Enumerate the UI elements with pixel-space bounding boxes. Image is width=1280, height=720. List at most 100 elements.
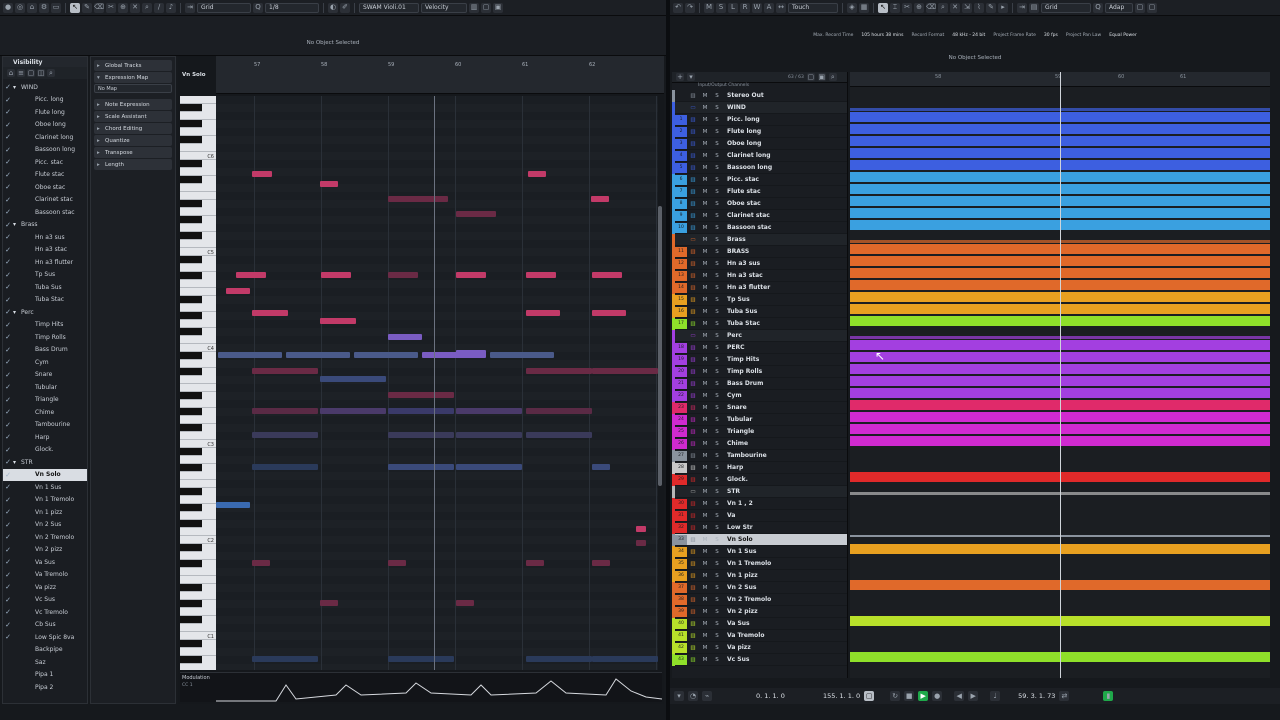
- grid-type-icon[interactable]: ▤: [1029, 2, 1039, 13]
- mute-button[interactable]: M: [699, 381, 711, 387]
- mute-button[interactable]: M: [699, 141, 711, 147]
- inspector-section[interactable]: ▸ Scale Assistant: [94, 111, 172, 122]
- midi-note[interactable]: [422, 352, 486, 358]
- solo-button[interactable]: S: [711, 393, 723, 399]
- solo-button[interactable]: S: [711, 285, 723, 291]
- meter-icon[interactable]: ▮: [1103, 691, 1114, 701]
- grid-type-select[interactable]: Grid: [1041, 2, 1091, 13]
- piano-key[interactable]: [180, 232, 202, 240]
- visibility-check-icon[interactable]: ✓: [3, 233, 13, 241]
- solo-button[interactable]: S: [711, 93, 723, 99]
- piano-key[interactable]: [180, 328, 202, 336]
- piano-key[interactable]: [180, 624, 216, 632]
- track-name[interactable]: BRASS: [723, 248, 749, 255]
- piano-key[interactable]: [180, 400, 216, 408]
- visibility-check-icon[interactable]: ✓: [3, 196, 13, 204]
- mute-button[interactable]: M: [699, 153, 711, 159]
- visibility-item[interactable]: ✓ Clarinet stac: [3, 194, 87, 207]
- track-name[interactable]: WIND: [723, 104, 746, 111]
- visibility-check-icon[interactable]: ✓: [3, 458, 13, 466]
- mute-button[interactable]: M: [699, 309, 711, 315]
- visibility-check-icon[interactable]: ✓: [3, 133, 13, 141]
- mute-button[interactable]: M: [699, 321, 711, 327]
- erase-tool-icon[interactable]: ⌫: [926, 2, 936, 13]
- visibility-check-icon[interactable]: ✓: [3, 358, 13, 366]
- mute-button[interactable]: M: [699, 213, 711, 219]
- modulation-curve[interactable]: [216, 673, 662, 703]
- midi-note[interactable]: [388, 334, 422, 340]
- mute-button[interactable]: M: [699, 549, 711, 555]
- solo-button[interactable]: S: [711, 201, 723, 207]
- piano-key[interactable]: [180, 368, 202, 376]
- track-name[interactable]: Clarinet stac: [723, 212, 770, 219]
- solo-button[interactable]: S: [711, 417, 723, 423]
- track-row[interactable]: 4 ▥ M S Clarinet long: [672, 149, 847, 162]
- visibility-item[interactable]: ✓ Tp Sus: [3, 269, 87, 282]
- visibility-item[interactable]: ✓ Bassoon stac: [3, 206, 87, 219]
- record-button[interactable]: ●: [932, 691, 943, 701]
- redo-icon[interactable]: ↷: [685, 2, 695, 13]
- track-name[interactable]: Stereo Out: [723, 92, 764, 99]
- track-name[interactable]: Glock.: [723, 476, 748, 483]
- color-icon[interactable]: ◐: [328, 2, 338, 13]
- midi-note[interactable]: [388, 196, 448, 202]
- midi-note[interactable]: [236, 272, 266, 278]
- solo-button[interactable]: S: [711, 465, 723, 471]
- solo-button[interactable]: S: [711, 237, 723, 243]
- audition-icon[interactable]: ♪: [166, 2, 176, 13]
- visibility-item[interactable]: ✓ Vn 1 Sus: [3, 481, 87, 494]
- undo-icon[interactable]: ↶: [673, 2, 683, 13]
- solo-button[interactable]: S: [711, 369, 723, 375]
- track-name[interactable]: Brass: [723, 236, 746, 243]
- solo-button[interactable]: S: [711, 477, 723, 483]
- playhead[interactable]: [434, 96, 435, 670]
- vis-search-icon[interactable]: ⌕: [47, 69, 55, 77]
- track-row[interactable]: 10 ▥ M S Bassoon stac: [672, 221, 847, 234]
- midi-note[interactable]: [636, 540, 646, 546]
- visibility-item[interactable]: ✓ Tuba Stac: [3, 294, 87, 307]
- mute-button[interactable]: M: [699, 501, 711, 507]
- inspector-section[interactable]: ▸ Note Expression: [94, 99, 172, 110]
- view-left-icon[interactable]: ▢: [1135, 2, 1145, 13]
- piano-key[interactable]: [180, 616, 202, 624]
- mute-button[interactable]: M: [699, 105, 711, 111]
- piano-key[interactable]: [180, 312, 202, 320]
- piano-key[interactable]: [180, 304, 216, 312]
- visibility-check-icon[interactable]: ✓: [3, 521, 13, 529]
- visibility-item[interactable]: ✓ ▾ Brass: [3, 219, 87, 232]
- glue-tool-icon[interactable]: ⊕: [914, 2, 924, 13]
- track-name[interactable]: Cym: [723, 392, 742, 399]
- visibility-tab[interactable]: Visibility: [3, 57, 87, 67]
- visibility-check-icon[interactable]: ✓: [3, 483, 13, 491]
- track-row[interactable]: ▭ M S Perc: [672, 329, 847, 342]
- track-name[interactable]: Chime: [723, 440, 748, 447]
- solo-button[interactable]: S: [711, 153, 723, 159]
- piano-key[interactable]: [180, 96, 216, 104]
- midi-note[interactable]: [528, 171, 546, 177]
- solo-button[interactable]: S: [711, 429, 723, 435]
- visibility-item[interactable]: ✓ ▾ Perc: [3, 306, 87, 319]
- mute-button[interactable]: M: [699, 609, 711, 615]
- track-row[interactable]: 38 ▥ M S Vn 2 Tremolo: [672, 593, 847, 606]
- quantize-select[interactable]: 1/8: [265, 2, 319, 13]
- solo-button[interactable]: S: [711, 105, 723, 111]
- piano-key[interactable]: [180, 136, 202, 144]
- visibility-check-icon[interactable]: ✓: [3, 421, 13, 429]
- track-name[interactable]: Vn 2 Sus: [723, 584, 756, 591]
- scissors-icon[interactable]: ✂: [106, 2, 116, 13]
- track-row[interactable]: 3 ▥ M S Oboe long: [672, 137, 847, 150]
- split-tool-icon[interactable]: ✂: [902, 2, 912, 13]
- midi-note[interactable]: [592, 560, 610, 566]
- visibility-check-icon[interactable]: ✓: [3, 371, 13, 379]
- panel-icon[interactable]: ▣: [493, 2, 503, 13]
- view-right-icon[interactable]: ▢: [1147, 2, 1157, 13]
- adapt-select[interactable]: Adap: [1105, 2, 1133, 13]
- midi-note[interactable]: [388, 408, 454, 414]
- visibility-check-icon[interactable]: ✓: [3, 533, 13, 541]
- mute-all-button[interactable]: M: [704, 2, 714, 13]
- folder-caret-icon[interactable]: ▾: [13, 309, 21, 316]
- track-name[interactable]: Perc: [723, 332, 742, 339]
- solo-button[interactable]: S: [711, 357, 723, 363]
- solo-button[interactable]: S: [711, 585, 723, 591]
- mute-button[interactable]: M: [699, 273, 711, 279]
